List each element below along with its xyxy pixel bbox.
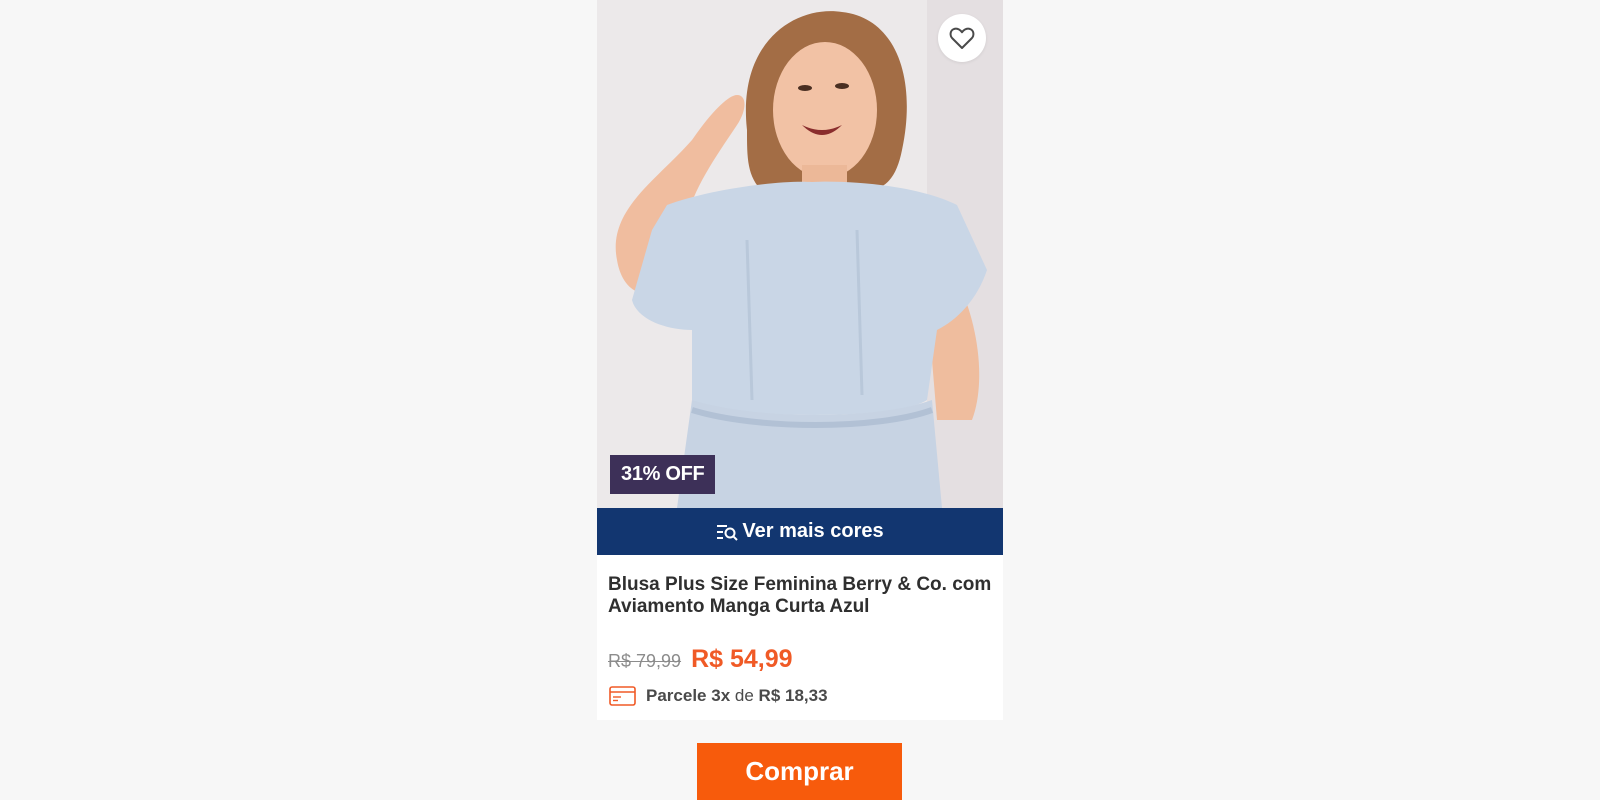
buy-button[interactable]: Comprar — [697, 743, 902, 800]
installment-count: 3x — [711, 686, 731, 705]
installment-info: Parcele 3x de R$ 18,33 — [609, 686, 828, 706]
product-card[interactable]: 31% OFF Ver mais cores Blusa Plus Size F… — [597, 0, 1003, 720]
more-colors-label: Ver mais cores — [742, 520, 884, 542]
favorite-button[interactable] — [938, 14, 986, 62]
product-image[interactable]: 31% OFF — [597, 0, 1003, 508]
product-title-line1: Blusa Plus Size Feminina Berry & Co. com — [608, 574, 992, 595]
discount-badge: 31% OFF — [610, 455, 716, 494]
installment-amount: R$ 18,33 — [758, 686, 828, 705]
product-title[interactable]: Blusa Plus Size Feminina Berry & Co. com… — [608, 574, 1003, 618]
product-title-line2: Aviamento Manga Curta Azul — [608, 596, 870, 617]
installment-prefix: Parcele — [646, 686, 707, 705]
more-colors-button[interactable]: Ver mais cores — [597, 508, 1003, 555]
heart-icon — [949, 27, 975, 49]
installment-connector: de — [734, 686, 754, 705]
price-row: R$ 79,99 R$ 54,99 — [608, 645, 793, 674]
credit-card-icon — [609, 686, 636, 706]
filter-search-icon — [717, 524, 739, 541]
current-price: R$ 54,99 — [691, 645, 793, 673]
model-photo-illustration — [597, 0, 1003, 508]
old-price: R$ 79,99 — [608, 651, 682, 671]
